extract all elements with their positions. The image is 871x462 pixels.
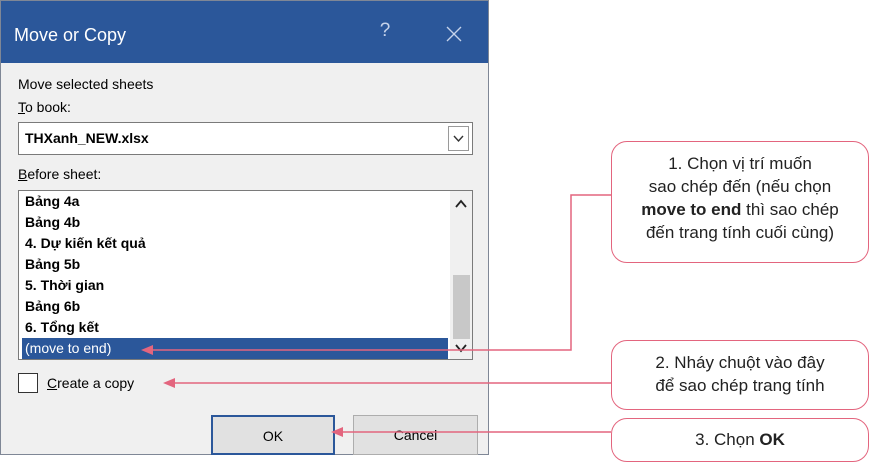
scroll-down-button[interactable]	[454, 341, 468, 355]
callout-choose-ok: 3. Chọn OK	[611, 418, 869, 462]
close-button[interactable]	[439, 19, 469, 49]
chevron-down-icon	[453, 135, 464, 143]
chevron-up-icon	[455, 199, 467, 208]
cancel-button[interactable]: Cancel	[353, 415, 478, 455]
create-copy-accel: C	[47, 375, 58, 391]
to-book-label: To book:	[18, 99, 71, 115]
scroll-thumb[interactable]	[453, 275, 470, 339]
to-book-dropdown[interactable]: THXanh_NEW.xlsx	[18, 122, 473, 155]
sheet-list-item[interactable]: Bảng 6b	[22, 296, 448, 317]
callout-choose-position: 1. Chọn vị trí muốn sao chép đến (nếu ch…	[611, 141, 869, 263]
ok-button[interactable]: OK	[211, 415, 335, 455]
move-or-copy-dialog: Move or Copy ? Move selected sheets To b…	[0, 0, 489, 455]
before-sheet-label: Before sheet:	[18, 166, 101, 182]
sheet-list-item-selected[interactable]: (move to end)	[22, 338, 448, 359]
callout-2-line-1: 2. Nháy chuột vào đây	[655, 353, 825, 372]
move-selected-sheets-label: Move selected sheets	[18, 76, 154, 92]
callout-1-bold: move to end	[641, 200, 742, 219]
create-copy-label-rest: reate a copy	[57, 375, 135, 391]
dialog-title: Move or Copy	[14, 25, 127, 45]
callout-2-line-2: để sao chép trang tính	[655, 376, 825, 395]
sheet-list-item[interactable]: Bảng 4a	[22, 191, 448, 212]
close-icon	[446, 26, 462, 42]
to-book-accel: T	[18, 99, 25, 115]
callout-1-line-1: 1. Chọn vị trí muốn	[668, 154, 812, 173]
before-sheet-list[interactable]: Bảng 4a Bảng 4b 4. Dự kiến kết quả Bảng …	[18, 190, 473, 360]
help-button[interactable]: ?	[373, 20, 397, 48]
title-bar: Move or Copy ?	[1, 1, 488, 63]
sheet-list-item[interactable]: 4. Dự kiến kết quả	[22, 233, 448, 254]
callout-3-prefix: 3. Chọn	[695, 430, 760, 449]
to-book-dropdown-button[interactable]	[448, 126, 469, 151]
create-copy-label[interactable]: Create a copy	[47, 375, 134, 391]
to-book-label-rest: o book:	[25, 99, 71, 115]
sheet-list-item[interactable]: 5. Thời gian	[22, 275, 448, 296]
callout-1-line-4: đến trang tính cuối cùng)	[645, 223, 835, 242]
callout-1-line-3-rest: thì sao chép	[741, 200, 839, 219]
before-sheet-label-rest: efore sheet:	[27, 166, 102, 182]
callout-1-line-3: move to end thì sao chép	[612, 198, 868, 221]
list-scrollbar[interactable]	[450, 191, 472, 359]
create-copy-checkbox[interactable]	[18, 373, 38, 393]
callout-3-bold: OK	[759, 430, 785, 449]
callout-1-line-2: sao chép đến (nếu chọn	[648, 177, 832, 196]
sheet-list-item[interactable]: Bảng 4b	[22, 212, 448, 233]
scroll-up-button[interactable]	[454, 197, 468, 211]
chevron-down-icon	[455, 344, 467, 353]
before-sheet-accel: B	[18, 166, 28, 182]
sheet-list-item[interactable]: 6. Tổng kết	[22, 317, 448, 338]
callout-click-here: 2. Nháy chuột vào đây để sao chép trang …	[611, 340, 869, 410]
sheet-list-item[interactable]: Bảng 5b	[22, 254, 448, 275]
to-book-value: THXanh_NEW.xlsx	[25, 130, 149, 146]
